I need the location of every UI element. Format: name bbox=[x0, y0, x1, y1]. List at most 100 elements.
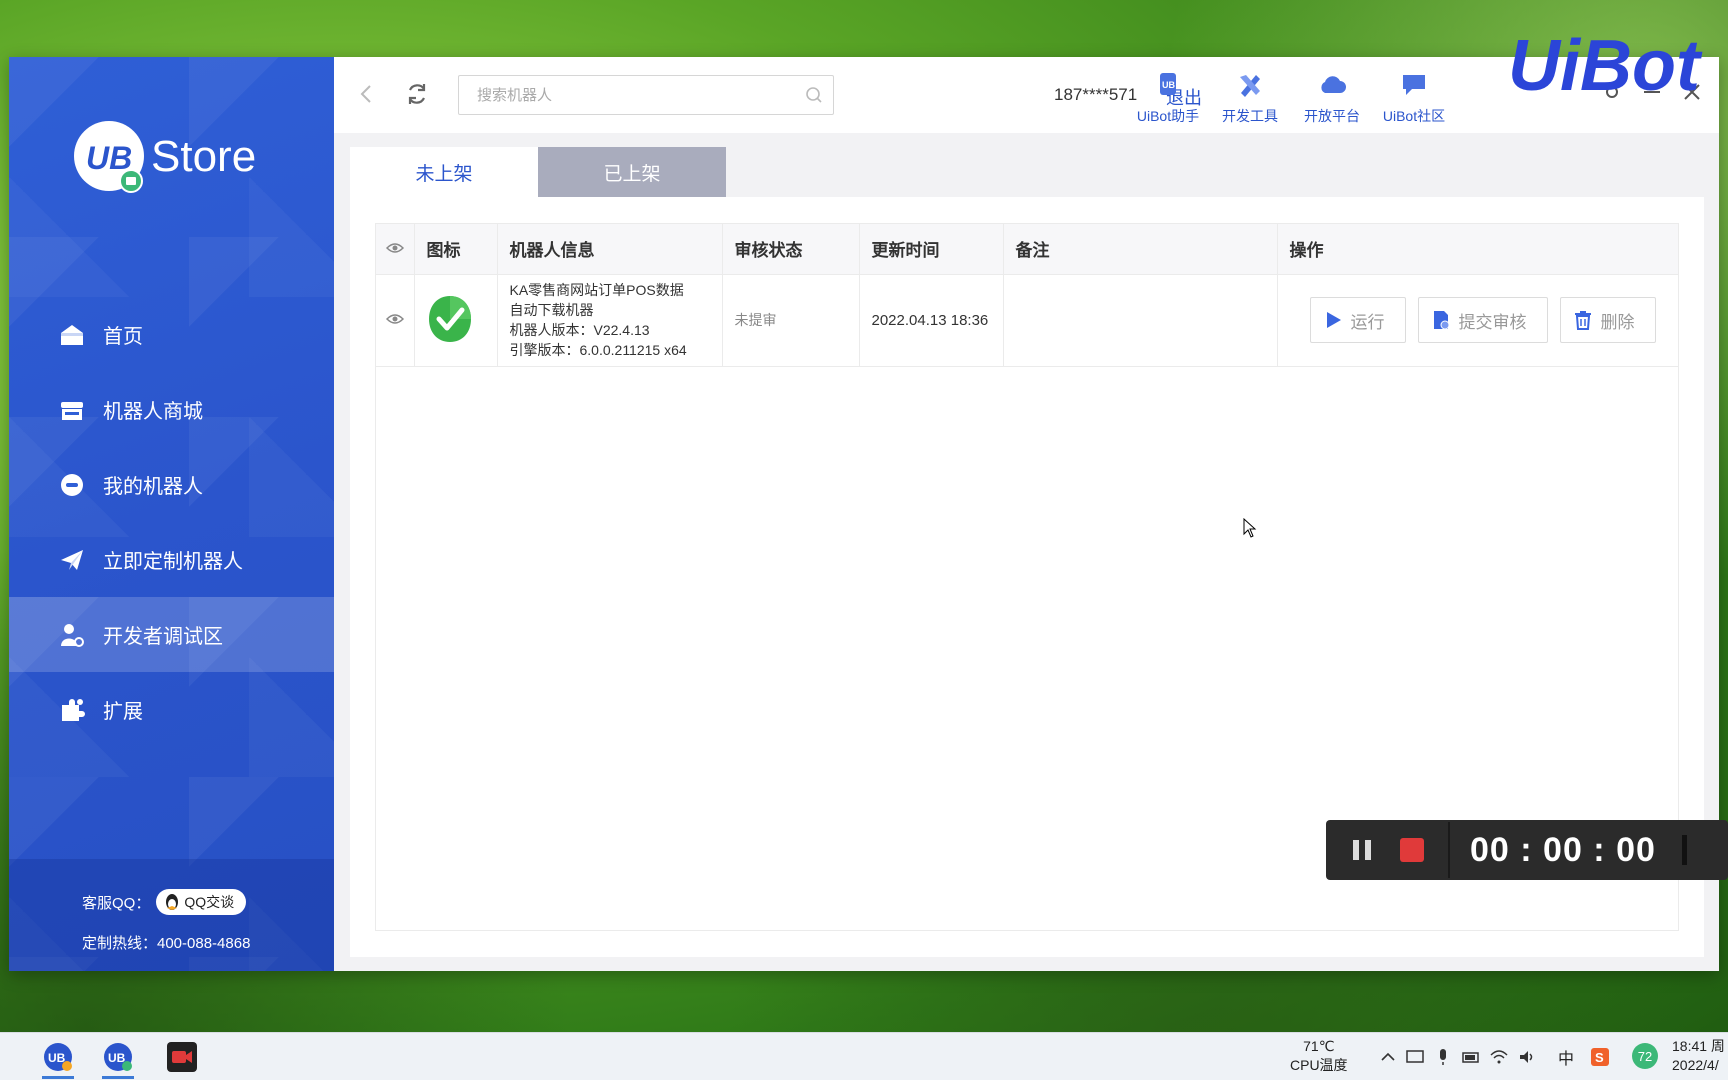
tool-label: UiBot助手 bbox=[1136, 108, 1200, 124]
header-actions: 操作 bbox=[1277, 224, 1678, 275]
tab-listed[interactable]: 已上架 bbox=[538, 147, 726, 197]
screen-recorder-widget: 00 : 00 : 00 bbox=[1326, 820, 1728, 880]
row-visibility-cell bbox=[376, 274, 415, 367]
robot-name-line1: KA零售商网站订单POS数据 bbox=[509, 282, 684, 298]
header-notes: 备注 bbox=[1003, 224, 1278, 275]
svg-text:UiBot: UiBot bbox=[1508, 26, 1703, 106]
record-timer: 00 : 00 : 00 bbox=[1470, 830, 1656, 869]
sidebar-item-label: 我的机器人 bbox=[103, 476, 203, 498]
developer-icon bbox=[57, 620, 87, 650]
tool-label: 开放平台 bbox=[1304, 108, 1360, 124]
run-button[interactable]: 运行 bbox=[1309, 297, 1406, 343]
sidebar-item-customize[interactable]: 立即定制机器人 bbox=[9, 522, 334, 597]
uibot-assistant-button[interactable]: UB UiBot助手 bbox=[1128, 71, 1208, 126]
search-icon[interactable] bbox=[805, 86, 823, 104]
svg-text:S: S bbox=[1595, 1050, 1604, 1065]
pause-icon[interactable] bbox=[1350, 839, 1376, 861]
store-logo: UB Store bbox=[73, 115, 293, 197]
visibility-header bbox=[376, 224, 415, 275]
sidebar-item-label: 首页 bbox=[103, 326, 143, 348]
uibot-watermark-logo: UiBot bbox=[1508, 26, 1703, 106]
sidebar-item-label: 开发者调试区 bbox=[103, 626, 223, 648]
sidebar-nav: 首页 机器人商城 我的机器人 立即定制机器人 开发者调试区 扩展 bbox=[9, 297, 334, 747]
clock-time: 18:41 周 bbox=[1672, 1038, 1725, 1054]
update-time: 2022.04.13 18:36 bbox=[859, 274, 1004, 367]
sidebar-item-label: 扩展 bbox=[103, 701, 143, 723]
submit-review-button[interactable]: 提交审核 bbox=[1417, 297, 1548, 343]
sidebar-footer: 客服QQ： QQ交谈 定制热线：400-088-4868 bbox=[9, 859, 334, 971]
back-arrow-icon[interactable] bbox=[354, 81, 380, 107]
qq-label: 客服QQ： bbox=[82, 894, 151, 912]
video-recorder-icon bbox=[167, 1042, 197, 1072]
robot-version: 机器人版本：V22.4.13 bbox=[509, 322, 650, 338]
sidebar-item-label: 机器人商城 bbox=[103, 401, 203, 423]
user-phone: 187****571 bbox=[1054, 85, 1138, 104]
sidebar-item-label: 立即定制机器人 bbox=[103, 551, 243, 573]
dev-tools-button[interactable]: 开发工具 bbox=[1210, 71, 1290, 126]
trash-icon bbox=[1574, 311, 1591, 330]
submit-document-icon bbox=[1433, 311, 1449, 330]
header-review-status: 审核状态 bbox=[722, 224, 860, 275]
open-platform-button[interactable]: 开放平台 bbox=[1292, 71, 1372, 126]
svg-text:Store: Store bbox=[151, 132, 256, 181]
table-row: KA零售商网站订单POS数据 自动下载机器 机器人版本：V22.4.13 引擎版… bbox=[376, 274, 1678, 367]
review-status: 未提审 bbox=[722, 274, 860, 367]
robot-icon bbox=[57, 470, 87, 500]
hotline-text: 定制热线：400-088-4868 bbox=[82, 935, 251, 952]
svg-text:UB: UB bbox=[48, 1051, 66, 1065]
svg-text:UB: UB bbox=[108, 1051, 126, 1065]
wifi-icon[interactable] bbox=[1489, 1047, 1509, 1067]
search-input[interactable] bbox=[459, 76, 779, 114]
sidebar-item-store[interactable]: 机器人商城 bbox=[9, 372, 334, 447]
tool-label: UiBot社区 bbox=[1382, 108, 1446, 124]
sogou-input-icon[interactable]: S bbox=[1590, 1047, 1610, 1067]
search-box bbox=[458, 75, 834, 115]
uibot-app-icon: UB bbox=[104, 1043, 132, 1071]
play-icon bbox=[1326, 312, 1341, 328]
microphone-icon[interactable] bbox=[1433, 1047, 1453, 1067]
table-header-row: 图标 机器人信息 审核状态 更新时间 备注 操作 bbox=[376, 224, 1678, 275]
display-icon[interactable] bbox=[1405, 1047, 1425, 1067]
sidebar: UB Store 首页 机器人商城 我的机器人 立即定制机器人 开发者调试区 扩… bbox=[9, 57, 334, 971]
mouse-cursor bbox=[1243, 518, 1257, 538]
clock-date: 2022/4/ bbox=[1672, 1057, 1719, 1073]
puzzle-icon bbox=[57, 695, 87, 725]
cpu-temperature: 71℃ CPU温度 bbox=[1290, 1037, 1348, 1075]
system-clock[interactable]: 18:41 周 2022/4/ bbox=[1672, 1037, 1725, 1075]
paper-plane-icon bbox=[57, 545, 87, 575]
stop-record-button[interactable] bbox=[1400, 838, 1424, 862]
eye-icon[interactable] bbox=[385, 313, 404, 325]
taskbar-uibot-store-app[interactable]: UB bbox=[38, 1037, 78, 1079]
uibot-app-icon: UB bbox=[44, 1043, 72, 1071]
qq-chat-button[interactable]: QQ交谈 bbox=[156, 889, 247, 915]
eye-icon[interactable] bbox=[385, 242, 404, 254]
cpu-temp-value: 71℃ bbox=[1303, 1038, 1335, 1054]
uibot-assistant-icon: UB bbox=[1160, 73, 1176, 95]
row-robot-info: KA零售商网站订单POS数据 自动下载机器 机器人版本：V22.4.13 引擎版… bbox=[497, 274, 723, 367]
sidebar-item-home[interactable]: 首页 bbox=[9, 297, 334, 372]
delete-label: 删除 bbox=[1600, 312, 1635, 332]
tab-unlisted[interactable]: 未上架 bbox=[350, 147, 538, 197]
community-button[interactable]: UiBot社区 bbox=[1374, 71, 1454, 126]
speaker-icon[interactable] bbox=[1517, 1047, 1537, 1067]
refresh-icon[interactable] bbox=[402, 79, 432, 109]
battery-icon[interactable] bbox=[1461, 1047, 1481, 1067]
sidebar-item-extension[interactable]: 扩展 bbox=[9, 672, 334, 747]
delete-button[interactable]: 删除 bbox=[1559, 297, 1656, 343]
taskbar-uibot-creator-app[interactable]: UB bbox=[98, 1037, 138, 1079]
security-badge[interactable]: 72 bbox=[1632, 1043, 1658, 1069]
tab-bar: 未上架 已上架 bbox=[350, 147, 726, 197]
ime-indicator[interactable]: 中 bbox=[1558, 1045, 1574, 1069]
run-label: 运行 bbox=[1350, 312, 1385, 332]
svg-text:UB: UB bbox=[1162, 80, 1175, 90]
note-cell bbox=[1003, 274, 1278, 367]
actions-cell: 运行 提交审核 删除 bbox=[1277, 274, 1678, 367]
header-icon: 图标 bbox=[414, 224, 498, 275]
chevron-up-icon[interactable] bbox=[1378, 1047, 1398, 1067]
tool-label: 开发工具 bbox=[1222, 108, 1278, 124]
sidebar-item-my-robots[interactable]: 我的机器人 bbox=[9, 447, 334, 522]
qq-penguin-icon bbox=[166, 894, 179, 910]
sidebar-item-developer[interactable]: 开发者调试区 bbox=[9, 597, 334, 672]
taskbar-recorder-app[interactable] bbox=[162, 1037, 202, 1077]
robot-name-line2: 自动下载机器 bbox=[509, 302, 594, 318]
